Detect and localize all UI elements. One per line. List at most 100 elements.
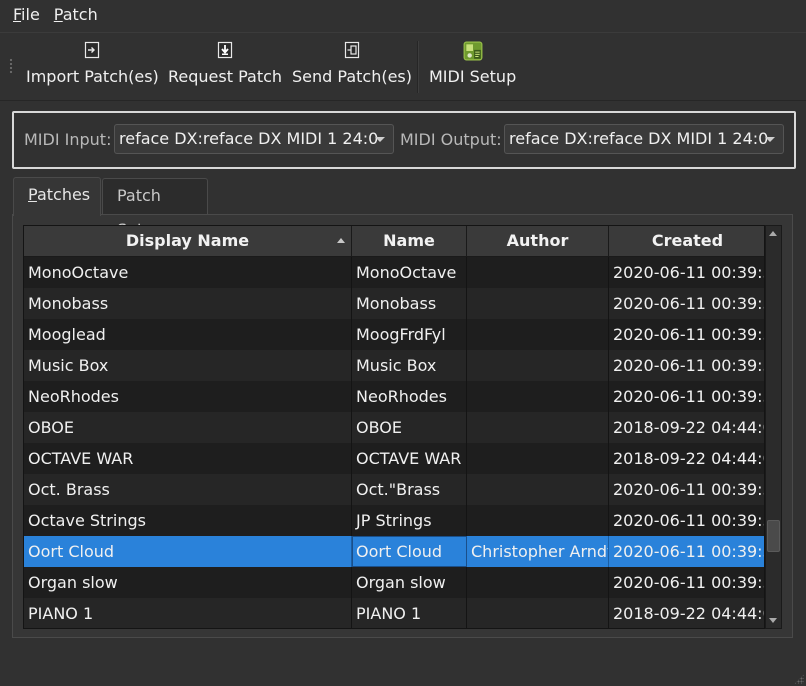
cell-display-name: Mooglead — [24, 319, 352, 350]
cell-author — [467, 443, 609, 474]
cell-created: 2020-06-11 00:39:55 — [613, 356, 764, 375]
cell-display-name: Oort Cloud — [24, 536, 352, 567]
table-row[interactable]: PIANO 1PIANO 1 2018-09-22 04:44:08 — [24, 598, 764, 628]
cell-display-name: NeoRhodes — [24, 381, 352, 412]
request-patch-button[interactable]: Request Patch — [168, 41, 282, 97]
toolbar-divider — [0, 100, 806, 101]
chevron-down-icon — [765, 137, 775, 142]
import-patches-button[interactable]: Import Patch(es) — [26, 41, 159, 97]
column-header-display-name-label: Display Name — [125, 231, 250, 250]
midi-setup-button[interactable]: MIDI Setup — [429, 41, 516, 97]
cell-created: 2020-06-11 00:39:55 — [613, 325, 764, 344]
toolbar-separator — [417, 41, 419, 93]
cell-name: Oct."Brass — [352, 474, 467, 505]
cell-display-name: Oct. Brass — [24, 474, 352, 505]
cell-name: MonoOctave — [352, 257, 467, 288]
main-window: File Patch Import Patch(es) Request Patc… — [0, 0, 806, 686]
table-row[interactable]: Organ slowOrgan slow 2020-06-11 00:39:55 — [24, 567, 764, 598]
cell-author — [467, 412, 609, 443]
import-patches-label: Import Patch(es) — [26, 67, 159, 86]
table-row[interactable]: Music BoxMusic Box 2020-06-11 00:39:55 — [24, 350, 764, 381]
cell-created: 2020-06-11 00:39:55 — [613, 511, 764, 530]
midi-output-select[interactable]: reface DX:reface DX MIDI 1 24:0 — [504, 124, 784, 154]
cell-created: 2020-06-11 00:39:55 — [613, 387, 764, 406]
patch-table[interactable]: Display Name Name Author Created MonoOct… — [23, 225, 765, 629]
table-row[interactable]: OCTAVE WAROCTAVE WAR 2018-09-22 04:44:08 — [24, 443, 764, 474]
cell-display-name: Music Box — [24, 350, 352, 381]
cell-display-name: Organ slow — [24, 567, 352, 598]
cell-name: Organ slow — [352, 567, 467, 598]
column-header-created-label: Created — [651, 231, 724, 250]
column-header-display-name[interactable]: Display Name — [24, 226, 352, 256]
cell-display-name: Monobass — [24, 288, 352, 319]
menu-patch-mnemonic: P — [53, 5, 63, 24]
cell-display-name: MonoOctave — [24, 257, 352, 288]
cell-author — [467, 598, 609, 628]
midi-output-value: reface DX:reface DX MIDI 1 24:0 — [509, 129, 769, 148]
cell-author — [467, 319, 609, 350]
cell-author — [467, 350, 609, 381]
cell-author: Christopher Arndt — [467, 536, 609, 567]
scroll-down-button[interactable] — [766, 613, 781, 628]
table-row[interactable]: OBOEOBOE 2018-09-22 04:44:08 — [24, 412, 764, 443]
tab-patch-sets-label-start: Patch — [117, 186, 161, 205]
send-patches-label: Send Patch(es) — [292, 67, 412, 86]
send-patches-button[interactable]: Send Patch(es) — [292, 41, 412, 97]
midi-output-label: MIDI Output: — [400, 130, 502, 149]
request-patch-icon — [217, 41, 233, 59]
request-patch-label: Request Patch — [168, 67, 283, 86]
column-header-author[interactable]: Author — [467, 226, 609, 256]
chevron-down-icon — [375, 137, 385, 142]
cell-created: 2020-06-11 00:39:55 — [613, 573, 764, 592]
menu-file-label: ile — [21, 5, 40, 24]
menu-file-mnemonic: F — [13, 5, 22, 24]
cell-display-name: Octave Strings — [24, 505, 352, 536]
cell-created: 2020-06-11 00:39:55 — [613, 480, 764, 499]
window-resize-grip[interactable] — [794, 674, 804, 684]
cell-name: Music Box — [352, 350, 467, 381]
scrollbar-thumb[interactable] — [767, 520, 780, 552]
cell-author — [467, 505, 609, 536]
table-row[interactable]: Oct. BrassOct."Brass 2020-06-11 00:39:55 — [24, 474, 764, 505]
cell-author — [467, 474, 609, 505]
cell-created: 2020-06-11 00:39:55 — [613, 542, 764, 561]
cell-display-name: OBOE — [24, 412, 352, 443]
column-header-name[interactable]: Name — [352, 226, 467, 256]
table-row[interactable]: NeoRhodesNeoRhodes 2020-06-11 00:39:55 — [24, 381, 764, 412]
cell-name: PIANO 1 — [352, 598, 467, 628]
menu-bar: File Patch — [0, 0, 806, 30]
menu-patch[interactable]: Patch — [47, 0, 105, 30]
cell-name: OCTAVE WAR — [352, 443, 467, 474]
midi-setup-label: MIDI Setup — [429, 67, 517, 86]
table-row[interactable]: MonoOctaveMonoOctave 2020-06-11 00:39:55 — [24, 257, 764, 288]
cell-created: 2020-06-11 00:39:55 — [613, 263, 764, 282]
column-header-author-label: Author — [506, 231, 569, 250]
cell-created: 2018-09-22 04:44:08 — [613, 449, 764, 468]
tab-patches[interactable]: Patches — [13, 177, 101, 216]
import-patch-icon — [85, 41, 100, 59]
sort-ascending-icon — [337, 238, 345, 243]
table-row[interactable]: MoogleadMoogFrdFyl 2020-06-11 00:39:55 — [24, 319, 764, 350]
table-vertical-scrollbar[interactable] — [765, 225, 782, 629]
scroll-up-button[interactable] — [766, 226, 781, 241]
table-row[interactable]: Octave Strings JP Strings 2020-06-11 00:39… — [24, 505, 764, 536]
tab-patches-mnemonic: P — [28, 185, 37, 204]
send-patch-icon — [344, 41, 360, 59]
column-header-created[interactable]: Created — [609, 226, 764, 256]
midi-io-group: MIDI Input: reface DX:reface DX MIDI 1 2… — [12, 111, 796, 169]
tab-patch-sets[interactable]: Patch Sets — [102, 178, 208, 239]
cell-author — [467, 567, 609, 598]
table-row[interactable]: MonobassMonobass 2020-06-11 00:39:55 — [24, 288, 764, 319]
cell-name: MoogFrdFyl — [352, 319, 467, 350]
cell-created: 2018-09-22 04:44:08 — [613, 604, 764, 623]
menu-file[interactable]: File — [0, 0, 47, 30]
arrow-up-icon — [769, 231, 777, 236]
midi-input-label: MIDI Input: — [24, 130, 112, 149]
toolbar-grip-handle[interactable] — [9, 58, 13, 74]
cell-display-name: OCTAVE WAR — [24, 443, 352, 474]
menu-patch-label: atch — [62, 5, 98, 24]
midi-input-select[interactable]: reface DX:reface DX MIDI 1 24:0 — [114, 124, 394, 154]
cell-created: 2018-09-22 04:44:08 — [613, 418, 764, 437]
cell-name: Monobass — [352, 288, 467, 319]
table-row[interactable]: Oort Cloud Oort Cloud Christopher Arndt 202… — [24, 536, 764, 567]
